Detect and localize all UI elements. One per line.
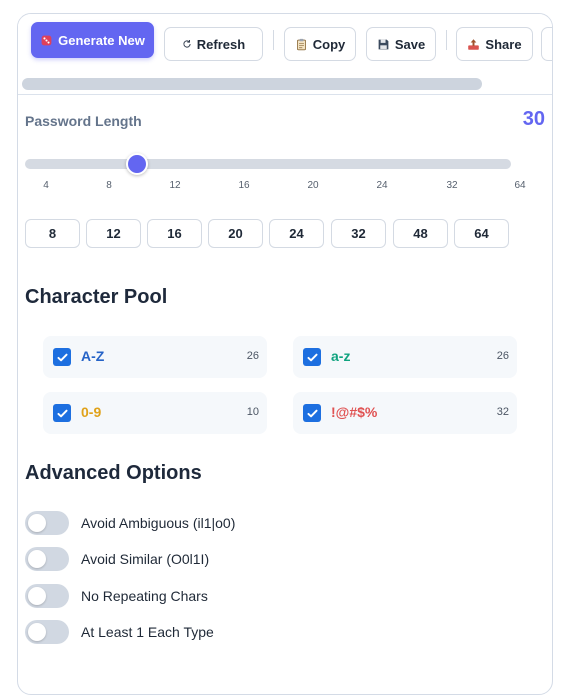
checkmark-icon — [306, 409, 318, 417]
option-label: At Least 1 Each Type — [81, 624, 214, 640]
slider-tick: 16 — [238, 180, 250, 191]
option-avoid-ambiguous[interactable]: Avoid Ambiguous (il1|o0) — [25, 511, 425, 535]
length-presets: 8 12 16 20 24 32 48 64 — [25, 219, 509, 248]
preset-button[interactable]: 20 — [208, 219, 263, 248]
share-label: Share — [485, 36, 522, 52]
slider-tick: 24 — [376, 180, 388, 191]
checkbox-symbols[interactable] — [303, 404, 321, 422]
preset-button[interactable]: 24 — [269, 219, 324, 248]
option-label: Avoid Similar (O0l1I) — [81, 551, 210, 567]
copy-button[interactable]: Copy — [284, 27, 356, 61]
slider-thumb[interactable] — [125, 153, 148, 175]
save-button[interactable]: Save — [366, 27, 436, 61]
pool-item-uppercase[interactable]: A-Z 26 — [43, 336, 267, 378]
slider-tick: 64 — [514, 180, 526, 191]
preset-button[interactable]: 48 — [393, 219, 448, 248]
more-button[interactable] — [541, 27, 552, 61]
password-length-value: 30 — [522, 108, 545, 130]
clipboard-icon — [295, 38, 308, 51]
generate-new-button[interactable]: Generate New — [31, 22, 154, 58]
checkmark-icon — [56, 353, 68, 361]
toolbar-divider — [273, 30, 274, 50]
toggle-switch[interactable] — [25, 584, 69, 608]
pool-count: 26 — [496, 350, 509, 362]
toolbar-divider — [446, 30, 447, 50]
toggle-switch[interactable] — [25, 620, 69, 644]
refresh-label: Refresh — [196, 36, 246, 52]
floppy-disk-icon — [377, 38, 390, 51]
preset-button[interactable]: 64 — [454, 219, 509, 248]
refresh-icon — [182, 39, 192, 49]
option-at-least-one-each[interactable]: At Least 1 Each Type — [25, 620, 425, 644]
password-length-label: Password Length — [25, 113, 142, 129]
toggle-switch[interactable] — [25, 547, 69, 571]
preset-button[interactable]: 32 — [331, 219, 386, 248]
toggle-knob — [28, 550, 46, 568]
character-pool-heading: Character Pool — [25, 286, 168, 308]
upload-tray-icon — [467, 38, 480, 51]
pool-item-lowercase[interactable]: a-z 26 — [293, 336, 517, 378]
slider-tick: 32 — [446, 180, 458, 191]
preset-button[interactable]: 12 — [86, 219, 141, 248]
checkbox-uppercase[interactable] — [53, 348, 71, 366]
length-slider[interactable] — [25, 153, 511, 175]
toggle-knob — [28, 587, 46, 605]
slider-track[interactable] — [25, 159, 511, 169]
pool-count: 26 — [246, 350, 259, 362]
refresh-button[interactable]: Refresh — [164, 27, 263, 61]
toggle-knob — [28, 623, 46, 641]
pool-label: 0-9 — [81, 404, 102, 420]
toolbar-scrollbar[interactable] — [22, 78, 482, 90]
save-label: Save — [394, 36, 426, 52]
toolbar: Generate New Refresh Copy Save Share — [18, 14, 552, 95]
toggle-knob — [28, 514, 46, 532]
pool-item-symbols[interactable]: !@#$% 32 — [293, 392, 517, 434]
advanced-options-heading: Advanced Options — [25, 462, 202, 484]
option-no-repeating[interactable]: No Repeating Chars — [25, 584, 425, 608]
checkmark-icon — [306, 353, 318, 361]
preset-button[interactable]: 16 — [147, 219, 202, 248]
option-avoid-similar[interactable]: Avoid Similar (O0l1I) — [25, 547, 425, 571]
slider-tick: 12 — [169, 180, 181, 191]
pool-count: 32 — [496, 406, 509, 418]
checkmark-icon — [56, 409, 68, 417]
generate-new-label: Generate New — [58, 32, 145, 48]
pool-label: A-Z — [81, 348, 105, 364]
copy-label: Copy — [312, 36, 346, 52]
pool-item-digits[interactable]: 0-9 10 — [43, 392, 267, 434]
option-label: Avoid Ambiguous (il1|o0) — [81, 515, 236, 531]
pool-label: !@#$% — [331, 404, 378, 420]
pool-label: a-z — [331, 348, 351, 364]
share-button[interactable]: Share — [456, 27, 533, 61]
toggle-switch[interactable] — [25, 511, 69, 535]
slider-tick: 8 — [106, 180, 112, 191]
checkbox-lowercase[interactable] — [303, 348, 321, 366]
option-label: No Repeating Chars — [81, 588, 208, 604]
pool-count: 10 — [246, 406, 259, 418]
slider-tick: 4 — [43, 180, 49, 191]
slider-tick: 20 — [307, 180, 319, 191]
dice-icon — [40, 34, 53, 47]
preset-button[interactable]: 8 — [25, 219, 80, 248]
checkbox-digits[interactable] — [53, 404, 71, 422]
